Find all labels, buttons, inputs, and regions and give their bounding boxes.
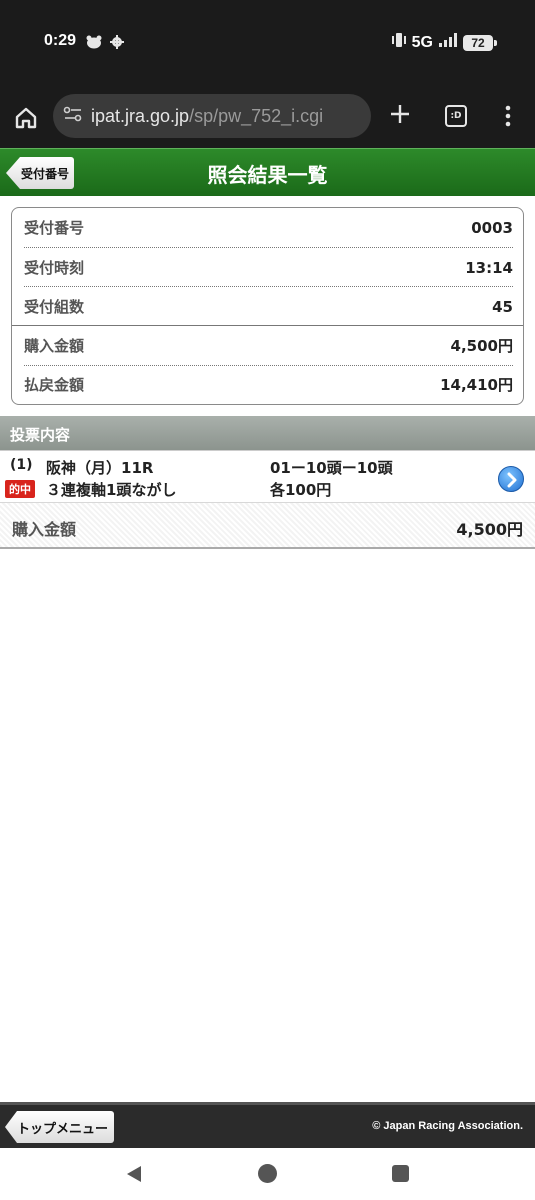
bet-number: (1) <box>10 457 33 473</box>
total-label: 購入金額 <box>12 520 77 539</box>
summary-label: 受付時刻 <box>24 259 85 277</box>
app-notification-icon <box>86 34 102 53</box>
summary-row-receipt-number: 受付番号 0003 <box>24 208 513 247</box>
nav-recent-apps-square-icon[interactable] <box>392 1165 409 1182</box>
tab-switcher-icon[interactable]: :D <box>445 105 467 127</box>
summary-label: 購入金額 <box>24 337 85 355</box>
network-label: 5G <box>411 33 433 51</box>
summary-row-receipt-time: 受付時刻 13:14 <box>24 248 513 287</box>
url-host: ipat.jra.go.jp <box>91 105 190 126</box>
signal-icon <box>439 33 457 52</box>
vibrate-icon <box>391 32 406 53</box>
url-path: /sp/pw_752_i.cgi <box>189 105 324 126</box>
bet-amount-each: 各100円 <box>270 481 332 499</box>
total-value: 4,500円 <box>456 520 523 539</box>
summary-row-purchase-amount: 購入金額 4,500円 <box>24 326 513 365</box>
page-header: 受付番号 照会結果一覧 <box>0 148 535 196</box>
battery-icon: 72 <box>463 34 497 51</box>
summary-value: 13:14 <box>465 258 513 277</box>
status-time: 0:29 <box>44 32 77 49</box>
site-settings-icon[interactable] <box>63 105 83 127</box>
home-icon[interactable] <box>12 104 40 132</box>
browser-toolbar: ipat.jra.go.jp/sp/pw_752_i.cgi :D <box>0 88 535 148</box>
summary-value: 4,500円 <box>450 337 513 355</box>
bet-type: ３連複軸1頭ながし <box>46 481 177 499</box>
url-text[interactable]: ipat.jra.go.jp/sp/pw_752_i.cgi <box>91 106 323 127</box>
more-menu-icon[interactable] <box>502 104 514 128</box>
page-title: 照会結果一覧 <box>207 163 328 187</box>
hit-badge: 的中 <box>5 480 35 498</box>
top-menu-button[interactable]: トップメニュー <box>5 1111 114 1143</box>
summary-row-combination-count: 受付組数 45 <box>24 287 513 326</box>
summary-label: 払戻金額 <box>24 376 85 394</box>
summary-label: 受付組数 <box>24 298 85 316</box>
total-purchase-row: 購入金額 4,500円 <box>0 502 535 549</box>
nav-home-circle-icon[interactable] <box>258 1164 277 1183</box>
nav-back-triangle-icon[interactable] <box>124 1164 144 1188</box>
summary-label: 受付番号 <box>24 219 85 237</box>
bet-venue: 阪神（月）11R <box>46 459 154 477</box>
page-footer: トップメニュー © Japan Racing Association. <box>0 1102 535 1148</box>
inquiry-summary-card: 受付番号 0003 受付時刻 13:14 受付組数 45 購入金額 4,500円… <box>11 207 524 405</box>
status-indicators: 5G 72 <box>391 32 497 53</box>
copyright-text: © Japan Racing Association. <box>372 1120 523 1132</box>
summary-row-payout-amount: 払戻金額 14,410円 <box>24 365 513 404</box>
summary-value: 14,410円 <box>440 376 513 394</box>
chevron-right-icon[interactable] <box>498 466 524 492</box>
address-bar[interactable]: ipat.jra.go.jp/sp/pw_752_i.cgi <box>53 94 371 138</box>
status-bar: 0:29 5G 72 <box>0 0 535 88</box>
summary-value: 0003 <box>471 218 513 237</box>
summary-value: 45 <box>492 297 513 316</box>
bet-list-item[interactable]: (1) 阪神（月）11R 01ー10頭ー10頭 的中 ３連複軸1頭ながし 各10… <box>0 450 535 502</box>
bet-content-section-header: 投票内容 <box>0 416 535 450</box>
settings-gear-icon <box>110 34 124 53</box>
new-tab-plus-icon[interactable] <box>388 102 412 126</box>
system-navigation-bar <box>0 1148 535 1200</box>
bet-combination: 01ー10頭ー10頭 <box>270 459 393 477</box>
